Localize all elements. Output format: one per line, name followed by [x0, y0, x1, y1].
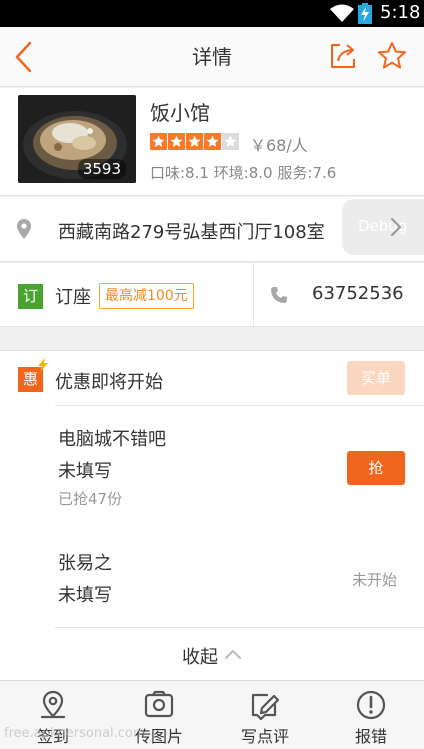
favorite-star-icon[interactable] [377, 41, 407, 71]
deal-subtitle: 未填写 [58, 461, 112, 482]
photo-icon [144, 690, 174, 718]
tab-label: 报错 [354, 727, 387, 746]
deal-name: 电脑城不错吧 [58, 429, 166, 450]
divider [253, 263, 254, 327]
page-title: 详情 [192, 45, 232, 69]
rating-star-empty-icon [222, 133, 239, 150]
tab-report-error[interactable]: 报错 [318, 681, 424, 749]
address-row[interactable]: 西藏南路279号弘基西门厅108室 Debug [0, 197, 424, 262]
lightning-icon [38, 358, 48, 372]
phone-number[interactable]: 63752536 [312, 283, 404, 304]
phone-icon[interactable] [270, 286, 288, 304]
wifi-icon [330, 4, 354, 22]
location-pin-icon [17, 219, 31, 239]
booking-row: 订 订座 最高减100元 63752536 [0, 263, 424, 327]
price-per-person: ￥68/人 [250, 136, 308, 155]
top-bar: 详情 [0, 27, 424, 87]
deals-title: 优惠即将开始 [55, 372, 163, 393]
rating-star-filled-icon [204, 133, 221, 150]
photo-count: 3593 [77, 159, 126, 179]
battery-charging-icon [358, 3, 372, 24]
check-in-pin-icon [40, 690, 66, 719]
divider [55, 627, 424, 628]
status-bar: 5:18 [0, 0, 424, 27]
deals-section: 惠 优惠即将开始 买单 电脑城不错吧 未填写 已抢47份 抢 张易之 未填写 未… [0, 350, 424, 680]
promo-badge: 最高减100元 [99, 283, 194, 309]
deal-subtitle: 未填写 [58, 585, 112, 606]
rating-star-filled-icon [186, 133, 203, 150]
shop-summary[interactable]: 3593 饭小馆 ￥68/人 口味:8.1 环境:8.0 服务:7.6 [0, 88, 424, 196]
rating-star-filled-icon [150, 133, 167, 150]
deal-sold-count: 已抢47份 [58, 490, 123, 508]
chevron-right-icon [390, 217, 402, 237]
rating-star-filled-icon [168, 133, 185, 150]
pay-bill-button[interactable]: 买单 [347, 361, 405, 395]
shop-name: 饭小馆 [150, 101, 210, 125]
debug-overlay[interactable]: Debug [342, 199, 424, 255]
collapse-button[interactable]: 收起 [0, 629, 424, 681]
booking-icon: 订 [18, 284, 43, 309]
deal-name: 张易之 [58, 553, 112, 574]
clock: 5:18 [380, 2, 421, 23]
shop-photo[interactable]: 3593 [18, 95, 136, 183]
divider [55, 405, 424, 406]
collapse-label: 收起 [182, 647, 218, 668]
alert-icon [356, 690, 386, 720]
book-seat-link[interactable]: 订座 [55, 283, 91, 309]
share-icon[interactable] [328, 41, 358, 71]
chevron-up-icon [224, 649, 242, 660]
pencil-icon [251, 693, 280, 721]
tab-write-review[interactable]: 写点评 [212, 681, 318, 749]
tab-label: 写点评 [240, 727, 289, 746]
deal-status: 未开始 [352, 571, 398, 589]
grab-deal-button[interactable]: 抢 [347, 451, 405, 485]
watermark: free.apkpersonal.com [4, 726, 146, 741]
sub-scores: 口味:8.1 环境:8.0 服务:7.6 [150, 164, 337, 182]
address-text: 西藏南路279号弘基西门厅108室 [58, 222, 325, 243]
